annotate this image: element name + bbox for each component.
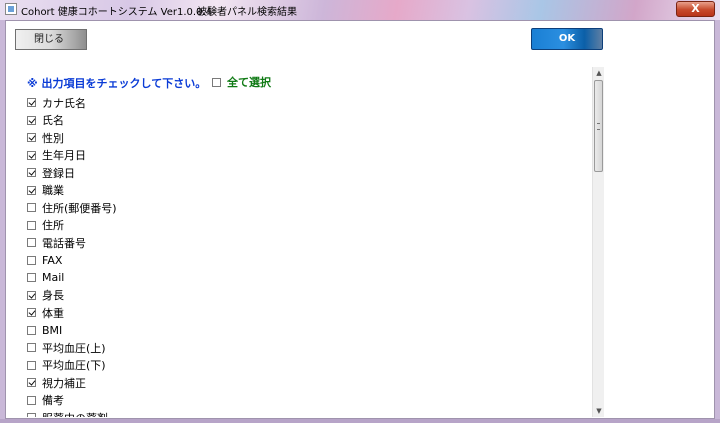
select-all-label: 全て選択 [227, 76, 271, 89]
item-checkbox[interactable] [27, 168, 36, 178]
checkbox-list: カナ氏名氏名性別生年月日登録日職業住所(郵便番号) 住所電話番号 FAX Mail 身長… [27, 94, 117, 417]
checkbox-item[interactable]: 電話番号 [27, 234, 117, 252]
checkbox-item[interactable]: BMI [27, 322, 117, 340]
item-checkbox[interactable] [27, 98, 36, 108]
item-label: 登録日 [42, 166, 75, 180]
window-title: Cohort 健康コホートシステム Ver1.0.0.4 [21, 7, 212, 18]
app-icon [5, 3, 17, 15]
output-items-panel: ※ 出力項目をチェックして下さい。 全て選択 カナ氏名氏名性別生年月日登録日職業… [23, 65, 606, 417]
item-checkbox[interactable] [27, 273, 36, 283]
item-checkbox[interactable] [27, 308, 36, 318]
item-checkbox[interactable] [27, 115, 36, 125]
checkbox-item[interactable]: 視力補正 [27, 374, 117, 392]
window-close-button[interactable]: X [676, 1, 715, 17]
item-checkbox[interactable] [27, 290, 36, 300]
scroll-thumb[interactable] [594, 80, 603, 172]
scroll-down-icon[interactable]: ▼ [593, 405, 605, 417]
item-label: 性別 [42, 131, 64, 145]
select-all-option[interactable]: 全て選択 [212, 74, 271, 90]
item-checkbox[interactable] [27, 360, 36, 370]
item-label: 職業 [42, 184, 64, 198]
window-subtitle: 被験者パネル検索結果 [197, 7, 297, 18]
ok-button[interactable]: OK [531, 28, 603, 50]
item-checkbox[interactable] [27, 203, 36, 213]
item-label: 視力補正 [42, 376, 86, 390]
vertical-scrollbar[interactable]: ▲ ▼ [592, 67, 604, 417]
checkbox-item[interactable]: 職業 [27, 182, 117, 200]
item-label: 備考 [42, 394, 64, 408]
item-label: FAX [42, 253, 63, 267]
item-label: 服薬中の薬剤 [42, 410, 108, 417]
item-label: 平均血圧(上) [42, 341, 106, 355]
item-checkbox[interactable] [27, 343, 36, 353]
item-label: 平均血圧(下) [42, 359, 106, 373]
item-checkbox[interactable] [27, 238, 36, 248]
item-checkbox[interactable] [27, 220, 36, 230]
item-checkbox[interactable] [27, 185, 36, 195]
close-icon: X [691, 2, 700, 15]
item-label: BMI [42, 323, 63, 337]
checkbox-item[interactable]: 住所 [27, 217, 117, 235]
select-all-checkbox[interactable] [212, 77, 221, 87]
item-label: 住所(郵便番号) [42, 201, 117, 215]
close-button[interactable]: 閉じる [15, 29, 87, 50]
client-area: 閉じる OK ※ 出力項目をチェックして下さい。 全て選択 カナ氏名氏名性別生年… [5, 20, 715, 419]
checkbox-item[interactable]: Mail [27, 269, 117, 287]
item-label: 身長 [42, 289, 64, 303]
checkbox-item[interactable]: 身長 [27, 287, 117, 305]
item-checkbox[interactable] [27, 378, 36, 388]
checkbox-item[interactable]: 氏名 [27, 112, 117, 130]
checkbox-item[interactable]: 住所(郵便番号) [27, 199, 117, 217]
item-label: 生年月日 [42, 149, 86, 163]
checkbox-item[interactable]: FAX [27, 252, 117, 270]
checkbox-item[interactable]: 備考 [27, 392, 117, 410]
instruction-text: ※ 出力項目をチェックして下さい。 [27, 77, 207, 90]
item-checkbox[interactable] [27, 150, 36, 160]
item-checkbox[interactable] [27, 395, 36, 405]
item-label: 体重 [42, 306, 64, 320]
checkbox-item[interactable]: 服薬中の薬剤 [27, 409, 117, 417]
item-label: 電話番号 [42, 236, 86, 250]
checkbox-item[interactable]: 登録日 [27, 164, 117, 182]
checkbox-item[interactable]: 体重 [27, 304, 117, 322]
item-label: Mail [42, 271, 65, 285]
checkbox-item[interactable]: 平均血圧(下) [27, 357, 117, 375]
item-label: 住所 [42, 219, 64, 233]
item-checkbox[interactable] [27, 325, 36, 335]
item-label: 氏名 [42, 114, 64, 128]
item-checkbox[interactable] [27, 133, 36, 143]
scroll-up-icon[interactable]: ▲ [593, 67, 605, 79]
title-bar: Cohort 健康コホートシステム Ver1.0.0.4 被験者パネル検索結果 … [0, 0, 720, 20]
checkbox-item[interactable]: 平均血圧(上) [27, 339, 117, 357]
grip-icon [597, 123, 600, 130]
item-label: カナ氏名 [42, 96, 86, 110]
checkbox-item[interactable]: 性別 [27, 129, 117, 147]
item-checkbox[interactable] [27, 255, 36, 265]
checkbox-item[interactable]: 生年月日 [27, 147, 117, 165]
item-checkbox[interactable] [27, 413, 36, 417]
window-frame-bottom [0, 419, 720, 423]
checkbox-item[interactable]: カナ氏名 [27, 94, 117, 112]
